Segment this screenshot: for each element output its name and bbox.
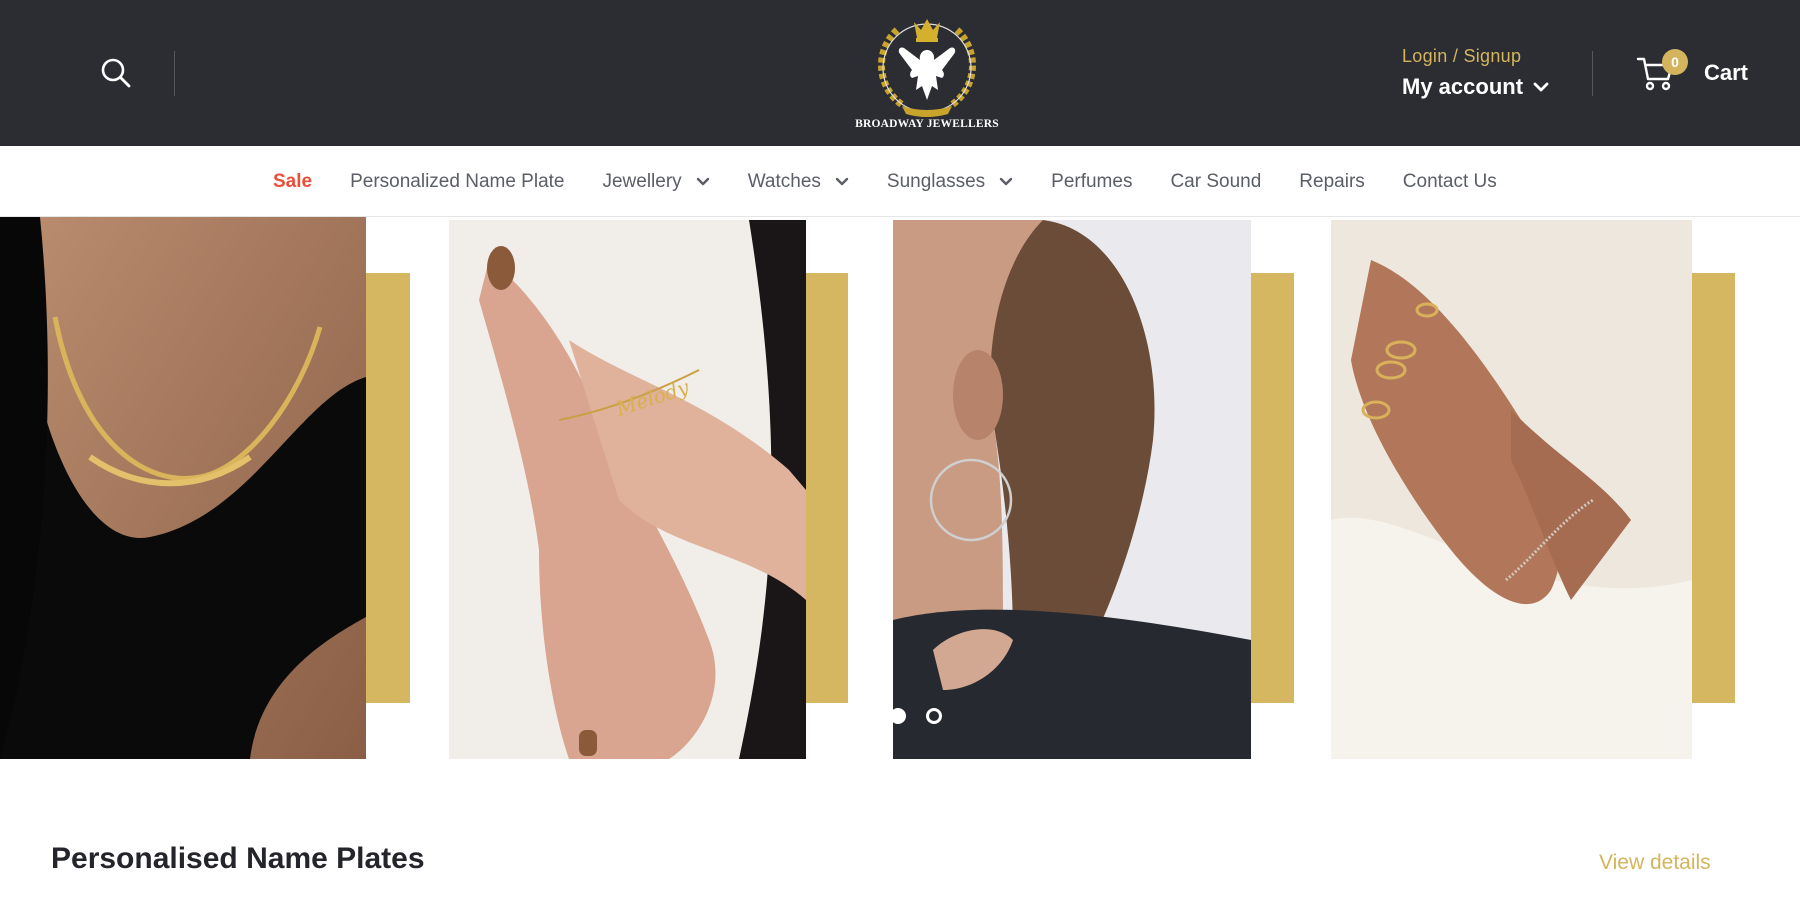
my-account-label: My account [1402, 74, 1524, 99]
nav-item-watches[interactable]: Watches [748, 171, 849, 193]
nav-item-car-sound[interactable]: Car Sound [1170, 171, 1261, 193]
nav-item-perfumes[interactable]: Perfumes [1051, 171, 1132, 193]
search-button[interactable] [100, 57, 132, 89]
my-account-dropdown[interactable]: My account [1402, 74, 1572, 100]
nav-item-label: Jewellery [602, 170, 682, 192]
hoop-earring-photo [893, 220, 1251, 759]
nav-item-label: Sunglasses [886, 170, 986, 192]
gold-accent-bar [806, 273, 848, 703]
nav-item-label: Watches [747, 170, 821, 192]
header-divider [174, 51, 175, 96]
rings-bracelet-photo [1331, 220, 1692, 759]
nav-item-personalized-name-plate[interactable]: Personalized Name Plate [350, 171, 564, 193]
hero-slider[interactable]: Melody [0, 217, 1800, 759]
eagle-crest-logo-icon [878, 19, 976, 117]
nav-item-sunglasses[interactable]: Sunglasses [887, 171, 1013, 193]
nav-item-label: Car Sound [1170, 170, 1262, 192]
slider-dots [890, 708, 962, 724]
rings-illustration [1331, 220, 1692, 759]
login-signup-link[interactable]: Login / Signup [1402, 44, 1572, 68]
site-logo[interactable]: BROADWAY JEWELLERS [852, 10, 1002, 136]
slider-dot-1[interactable] [890, 708, 906, 724]
account-block: Login / Signup My account [1402, 44, 1572, 104]
site-header: BROADWAY JEWELLERS Login / Signup My acc… [0, 0, 1800, 146]
chevron-down-icon [1533, 82, 1549, 92]
slider-dot-2[interactable] [926, 708, 942, 724]
nav-item-label: Repairs [1299, 170, 1365, 192]
main-navigation: Sale Personalized Name Plate Jewellery W… [0, 146, 1800, 217]
cart-label: Cart [1704, 60, 1749, 85]
nav-item-label: Personalized Name Plate [350, 170, 565, 192]
search-icon [101, 58, 131, 88]
bracelet-illustration: Melody [479, 220, 806, 759]
gold-accent-bar [366, 273, 410, 703]
cart-count-badge: 0 [1662, 49, 1688, 75]
nav-item-sale[interactable]: Sale [273, 171, 312, 193]
necklace-photo [0, 217, 366, 759]
nav-item-contact-us[interactable]: Contact Us [1403, 171, 1497, 193]
gold-accent-bar [1692, 273, 1735, 703]
view-details-link[interactable]: View details [1599, 851, 1711, 875]
earring-illustration [893, 220, 1251, 759]
chevron-down-icon [696, 177, 709, 185]
nav-item-repairs[interactable]: Repairs [1299, 171, 1364, 193]
header-divider [1592, 51, 1593, 96]
nav-items: Sale Personalized Name Plate Jewellery W… [273, 146, 1535, 217]
section-title: Personalised Name Plates [51, 842, 425, 875]
cart-icon-wrapper: 0 [1636, 49, 1688, 93]
necklace-illustration [0, 217, 366, 759]
nav-item-label: Contact Us [1402, 170, 1497, 192]
cart-button[interactable]: 0 Cart [1636, 49, 1749, 96]
name-bracelet-photo: Melody [449, 220, 806, 759]
logo-text: BROADWAY JEWELLERS [855, 118, 999, 130]
chevron-down-icon [999, 177, 1013, 185]
chevron-down-icon [835, 177, 849, 185]
nav-item-jewellery[interactable]: Jewellery [602, 171, 709, 193]
gold-accent-bar [1251, 273, 1294, 703]
nav-item-label: Sale [273, 170, 313, 192]
nav-item-label: Perfumes [1051, 170, 1133, 192]
